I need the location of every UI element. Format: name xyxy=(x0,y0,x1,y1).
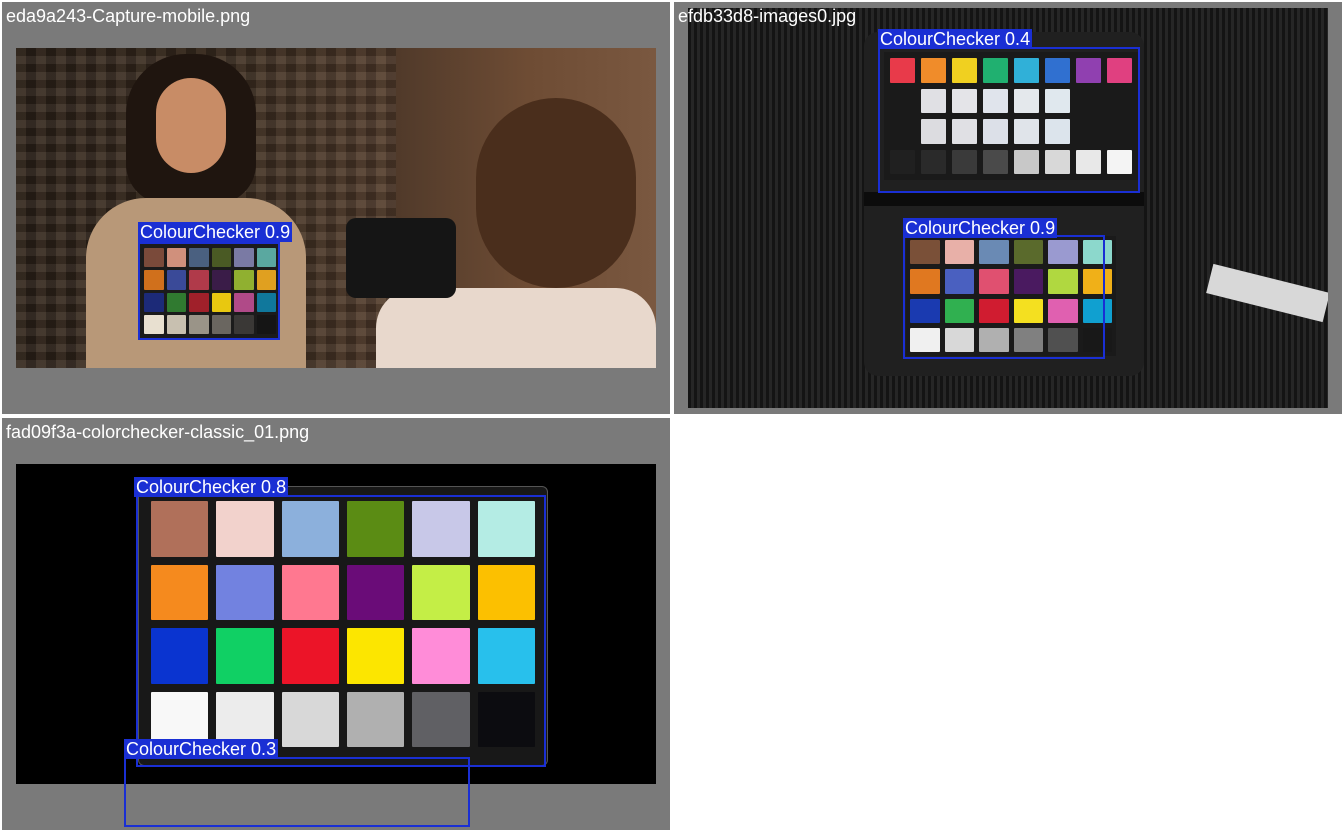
detection-box[interactable] xyxy=(903,235,1105,359)
passport-hinge xyxy=(864,192,1144,206)
detection-label: ColourChecker 0.3 xyxy=(124,739,279,759)
detection-box[interactable] xyxy=(138,242,280,340)
detection-box[interactable] xyxy=(124,757,470,827)
result-tile-1: eda9a243-Capture-mobile.png ColourChecke… xyxy=(2,2,670,414)
detection-box[interactable] xyxy=(878,47,1140,193)
detection-label: ColourChecker 0.8 xyxy=(134,477,289,497)
detection-box[interactable] xyxy=(136,495,546,767)
camera xyxy=(346,218,456,298)
lanyard-strap xyxy=(1206,263,1328,323)
photographer-shirt xyxy=(376,288,656,368)
detection-label: ColourChecker 0.4 xyxy=(878,29,1033,49)
result-tile-3: fad09f3a-colorchecker-classic_01.png Col… xyxy=(2,418,670,830)
result-tile-2: efdb33d8-images0.jpg ColourChecker 0.4 C… xyxy=(674,2,1342,414)
woman-face xyxy=(156,78,226,173)
detection-label: ColourChecker 0.9 xyxy=(903,218,1058,238)
tile-filename: efdb33d8-images0.jpg xyxy=(678,6,857,26)
photographer-hair xyxy=(476,98,636,288)
detection-label: ColourChecker 0.9 xyxy=(138,222,293,242)
tile-filename: eda9a243-Capture-mobile.png xyxy=(6,6,251,26)
empty-grid-cell xyxy=(674,418,1342,830)
scene-image xyxy=(16,48,656,368)
tile-filename: fad09f3a-colorchecker-classic_01.png xyxy=(6,422,310,442)
